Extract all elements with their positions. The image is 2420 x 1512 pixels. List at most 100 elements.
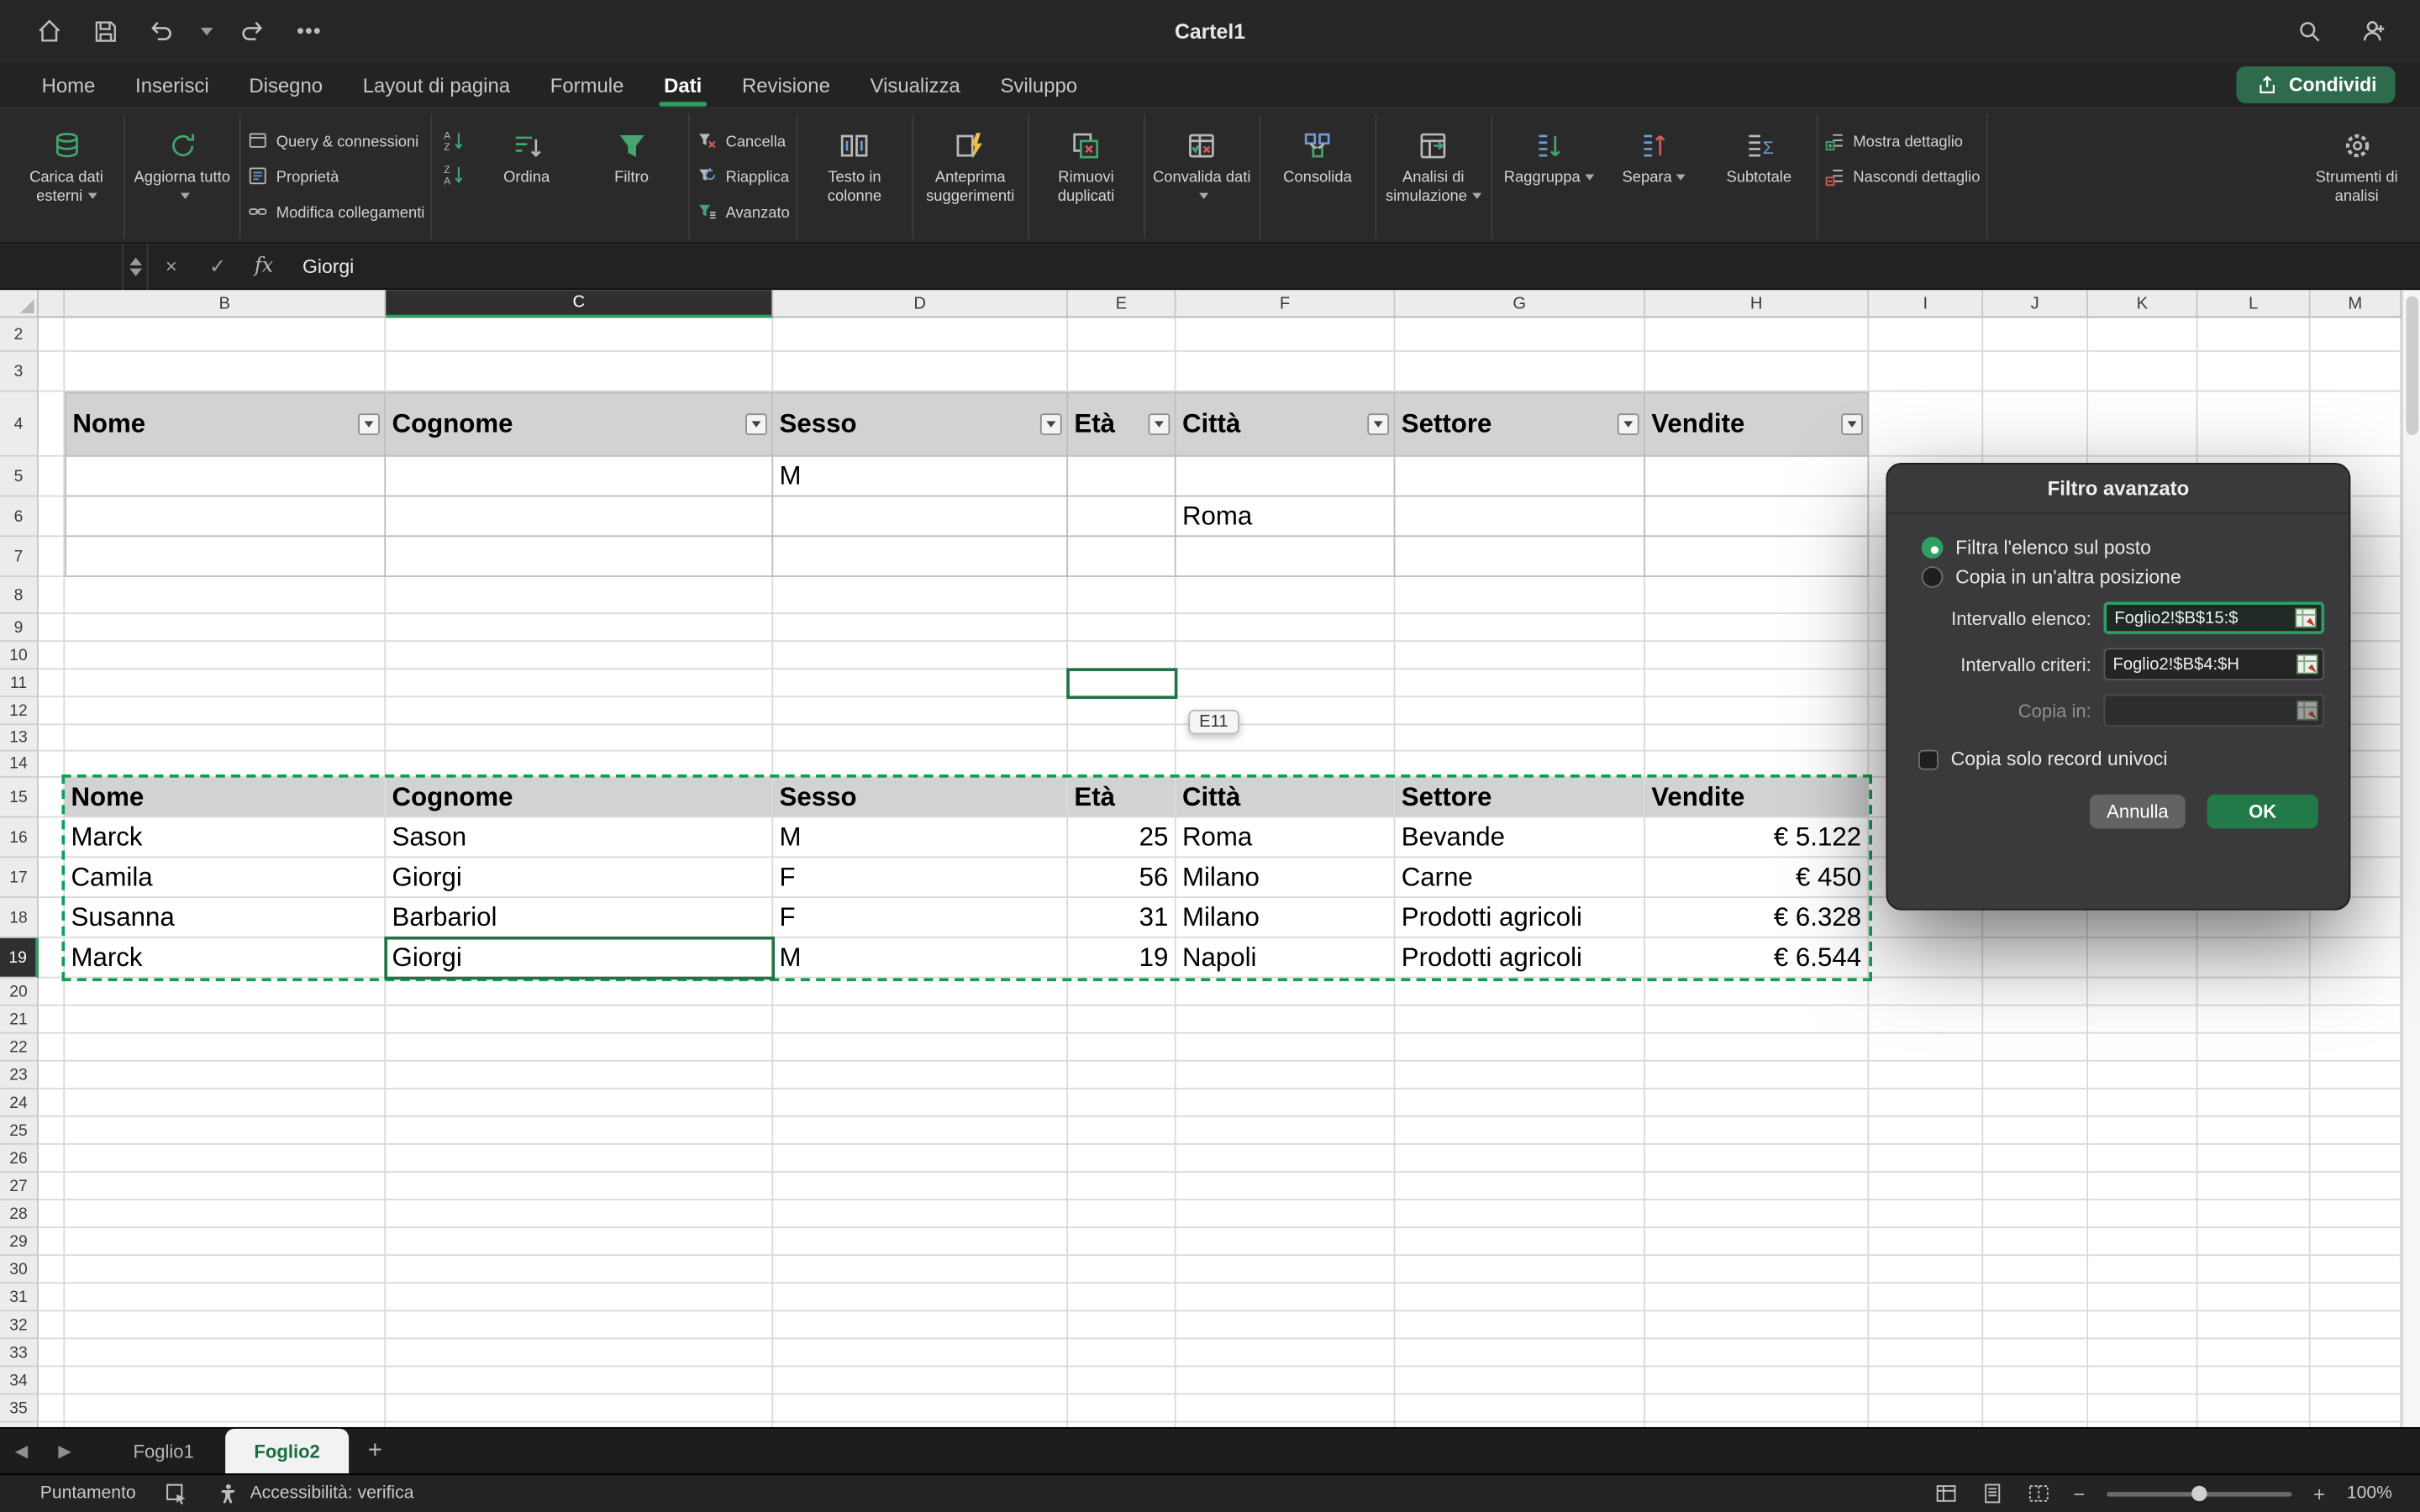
row-header-35[interactable]: 35 [0,1394,39,1422]
cell-H9[interactable] [1645,614,1869,642]
row-header-29[interactable]: 29 [0,1228,39,1256]
col-header-A[interactable] [39,290,65,318]
cell-D10[interactable] [773,642,1068,669]
cell-E18[interactable]: 31 [1068,898,1176,938]
cell-H14[interactable] [1645,751,1869,777]
cell-K24[interactable] [2088,1089,2197,1117]
cell-K33[interactable] [2088,1339,2197,1367]
cell-H11[interactable] [1645,669,1869,697]
cell-F21[interactable] [1176,1006,1396,1034]
cell-B23[interactable] [65,1062,386,1089]
col-header-G[interactable]: G [1395,290,1645,318]
cell-G22[interactable] [1395,1034,1645,1062]
cell-B16[interactable]: Marck [65,817,386,858]
cell-M26[interactable] [2311,1145,2402,1173]
row-header-34[interactable]: 34 [0,1367,39,1394]
cell-C18[interactable]: Barbariol [386,898,773,938]
cell-M35[interactable] [2311,1394,2402,1422]
ribbon-tab-visualizza[interactable]: Visualizza [850,61,981,108]
col-header-H[interactable]: H [1645,290,1869,318]
cell-I29[interactable] [1869,1228,1983,1256]
cell-D4[interactable]: Sesso [773,392,1068,457]
range-picker-icon[interactable] [2296,701,2318,721]
cell-K23[interactable] [2088,1062,2197,1089]
cell-L25[interactable] [2198,1117,2311,1145]
cell-H30[interactable] [1645,1256,1869,1284]
carica-dati-esterni-button[interactable]: Carica dati esterni [15,118,117,206]
zoom-slider-knob[interactable] [2191,1486,2207,1501]
selection-mode-icon[interactable] [164,1481,188,1505]
cell-L33[interactable] [2198,1339,2311,1367]
cell-B35[interactable] [65,1394,386,1422]
sheet-tab-foglio2[interactable]: Foglio2 [225,1428,349,1474]
criteria-range-input[interactable]: Foglio2!$B$4:$H [2103,648,2324,680]
cell-G30[interactable] [1395,1256,1645,1284]
formula-input[interactable]: Giorgi [287,255,355,277]
cell-B17[interactable]: Camila [65,858,386,898]
cell-A5[interactable] [39,457,65,497]
cancel-entry-icon[interactable]: × [148,243,194,289]
cell-G29[interactable] [1395,1228,1645,1256]
row-header-4[interactable]: 4 [0,392,39,457]
cell-J26[interactable] [1983,1145,2088,1173]
radio-copy-elsewhere[interactable]: Copia in un'altra posizione [1922,566,2324,588]
cell-F29[interactable] [1176,1228,1396,1256]
sheet-nav-right-icon[interactable]: ▶ [43,1441,86,1462]
unique-records-checkbox-row[interactable]: Copia solo record univoci [1918,748,2324,770]
row-header-19[interactable]: 19 [0,938,39,979]
cell-D24[interactable] [773,1089,1068,1117]
cell-H5[interactable] [1645,457,1869,497]
cell-G19[interactable]: Prodotti agricoli [1395,938,1645,979]
cell-E26[interactable] [1068,1145,1176,1173]
cell-L32[interactable] [2198,1311,2311,1339]
cell-H29[interactable] [1645,1228,1869,1256]
cell-C13[interactable] [386,725,773,751]
cell-D6[interactable] [773,496,1068,537]
cell-I25[interactable] [1869,1117,1983,1145]
cell-I27[interactable] [1869,1173,1983,1200]
cell-D30[interactable] [773,1256,1068,1284]
filter-dropdown-D4[interactable] [1040,413,1062,435]
cell-C8[interactable] [386,577,773,614]
cell-F22[interactable] [1176,1034,1396,1062]
convalida-dati-button[interactable]: Convalida dati [1151,118,1253,206]
cell-E29[interactable] [1068,1228,1176,1256]
cell-H26[interactable] [1645,1145,1869,1173]
cell-H17[interactable]: € 450 [1645,858,1869,898]
cell-G31[interactable] [1395,1284,1645,1311]
search-icon[interactable] [2293,15,2324,46]
cell-K30[interactable] [2088,1256,2197,1284]
cell-K32[interactable] [2088,1311,2197,1339]
cell-C23[interactable] [386,1062,773,1089]
cell-A21[interactable] [39,1006,65,1034]
cell-I26[interactable] [1869,1145,1983,1173]
cell-M25[interactable] [2311,1117,2402,1145]
col-header-M[interactable]: M [2311,290,2402,318]
cell-M3[interactable] [2311,352,2402,392]
filter-dropdown-E4[interactable] [1149,413,1171,435]
cell-B31[interactable] [65,1284,386,1311]
cell-F8[interactable] [1176,577,1396,614]
cell-L26[interactable] [2198,1145,2311,1173]
cell-D35[interactable] [773,1394,1068,1422]
cell-F5[interactable] [1176,457,1396,497]
cell-K35[interactable] [2088,1394,2197,1422]
cell-L3[interactable] [2198,352,2311,392]
cell-B4[interactable]: Nome [65,392,386,457]
cell-G25[interactable] [1395,1117,1645,1145]
cell-B13[interactable] [65,725,386,751]
riapplica-button[interactable]: Riapplica [697,165,790,192]
cell-D29[interactable] [773,1228,1068,1256]
cell-K21[interactable] [2088,1006,2197,1034]
cell-M21[interactable] [2311,1006,2402,1034]
cell-G21[interactable] [1395,1006,1645,1034]
cell-G16[interactable]: Bevande [1395,817,1645,858]
cell-E4[interactable]: Età [1068,392,1176,457]
cell-K26[interactable] [2088,1145,2197,1173]
cell-H25[interactable] [1645,1117,1869,1145]
cell-L29[interactable] [2198,1228,2311,1256]
cell-L2[interactable] [2198,318,2311,351]
cell-E28[interactable] [1068,1200,1176,1228]
cell-B9[interactable] [65,614,386,642]
cell-E27[interactable] [1068,1173,1176,1200]
